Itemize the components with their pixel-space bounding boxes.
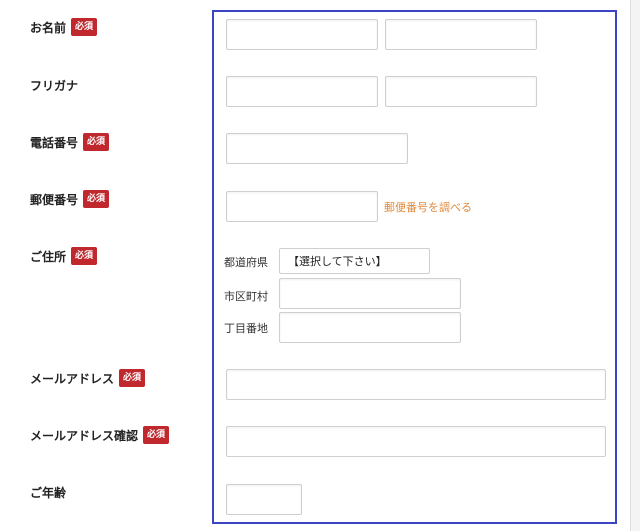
age-label: ご年齢 bbox=[30, 484, 66, 501]
city-label: 市区町村 bbox=[224, 290, 268, 303]
address-label-text: ご住所 bbox=[30, 249, 67, 264]
street-input[interactable] bbox=[279, 312, 461, 343]
postal-label-text: 郵便番号 bbox=[30, 192, 79, 207]
email-label: メールアドレス 必須 bbox=[30, 369, 146, 387]
name-label-text: お名前 bbox=[30, 20, 67, 35]
email-confirm-label-text: メールアドレス確認 bbox=[30, 428, 139, 443]
postal-label: 郵便番号 必須 bbox=[30, 190, 110, 208]
email-label-text: メールアドレス bbox=[30, 371, 115, 386]
city-input[interactable] bbox=[279, 278, 461, 309]
last-name-furigana-input[interactable] bbox=[226, 76, 378, 107]
prefecture-selected-value: 【選択して下さい】 bbox=[288, 255, 387, 268]
last-name-input[interactable] bbox=[226, 19, 378, 50]
furigana-label-text: フリガナ bbox=[30, 79, 79, 93]
name-label: お名前 必須 bbox=[30, 18, 98, 36]
prefecture-select[interactable]: 【選択して下さい】 bbox=[279, 248, 430, 274]
required-badge: 必須 bbox=[83, 190, 110, 208]
first-name-furigana-input[interactable] bbox=[385, 76, 537, 107]
address-label: ご住所 必須 bbox=[30, 247, 98, 265]
street-label: 丁目番地 bbox=[224, 322, 268, 335]
required-badge: 必須 bbox=[119, 369, 146, 387]
phone-input[interactable] bbox=[226, 133, 408, 164]
email-input[interactable] bbox=[226, 369, 606, 400]
furigana-label: フリガナ bbox=[30, 77, 78, 94]
first-name-input[interactable] bbox=[385, 19, 537, 50]
phone-label-text: 電話番号 bbox=[30, 135, 79, 150]
required-badge: 必須 bbox=[71, 18, 98, 36]
phone-label: 電話番号 必須 bbox=[30, 133, 110, 151]
age-input[interactable] bbox=[226, 484, 302, 515]
age-label-text: ご年齢 bbox=[30, 486, 67, 500]
email-confirm-input[interactable] bbox=[226, 426, 606, 457]
form-panel: お名前 必須 フリガナ 電話番号 必須 郵便番号 必須 ご住所 必須 メールアド… bbox=[0, 0, 631, 531]
postal-lookup-link[interactable]: 郵便番号を調べる bbox=[384, 199, 472, 215]
prefecture-label: 都道府県 bbox=[224, 256, 268, 269]
email-confirm-label: メールアドレス確認 必須 bbox=[30, 426, 170, 444]
postal-code-input[interactable] bbox=[226, 191, 378, 222]
required-badge: 必須 bbox=[83, 133, 110, 151]
required-badge: 必須 bbox=[71, 247, 98, 265]
required-badge: 必須 bbox=[143, 426, 170, 444]
